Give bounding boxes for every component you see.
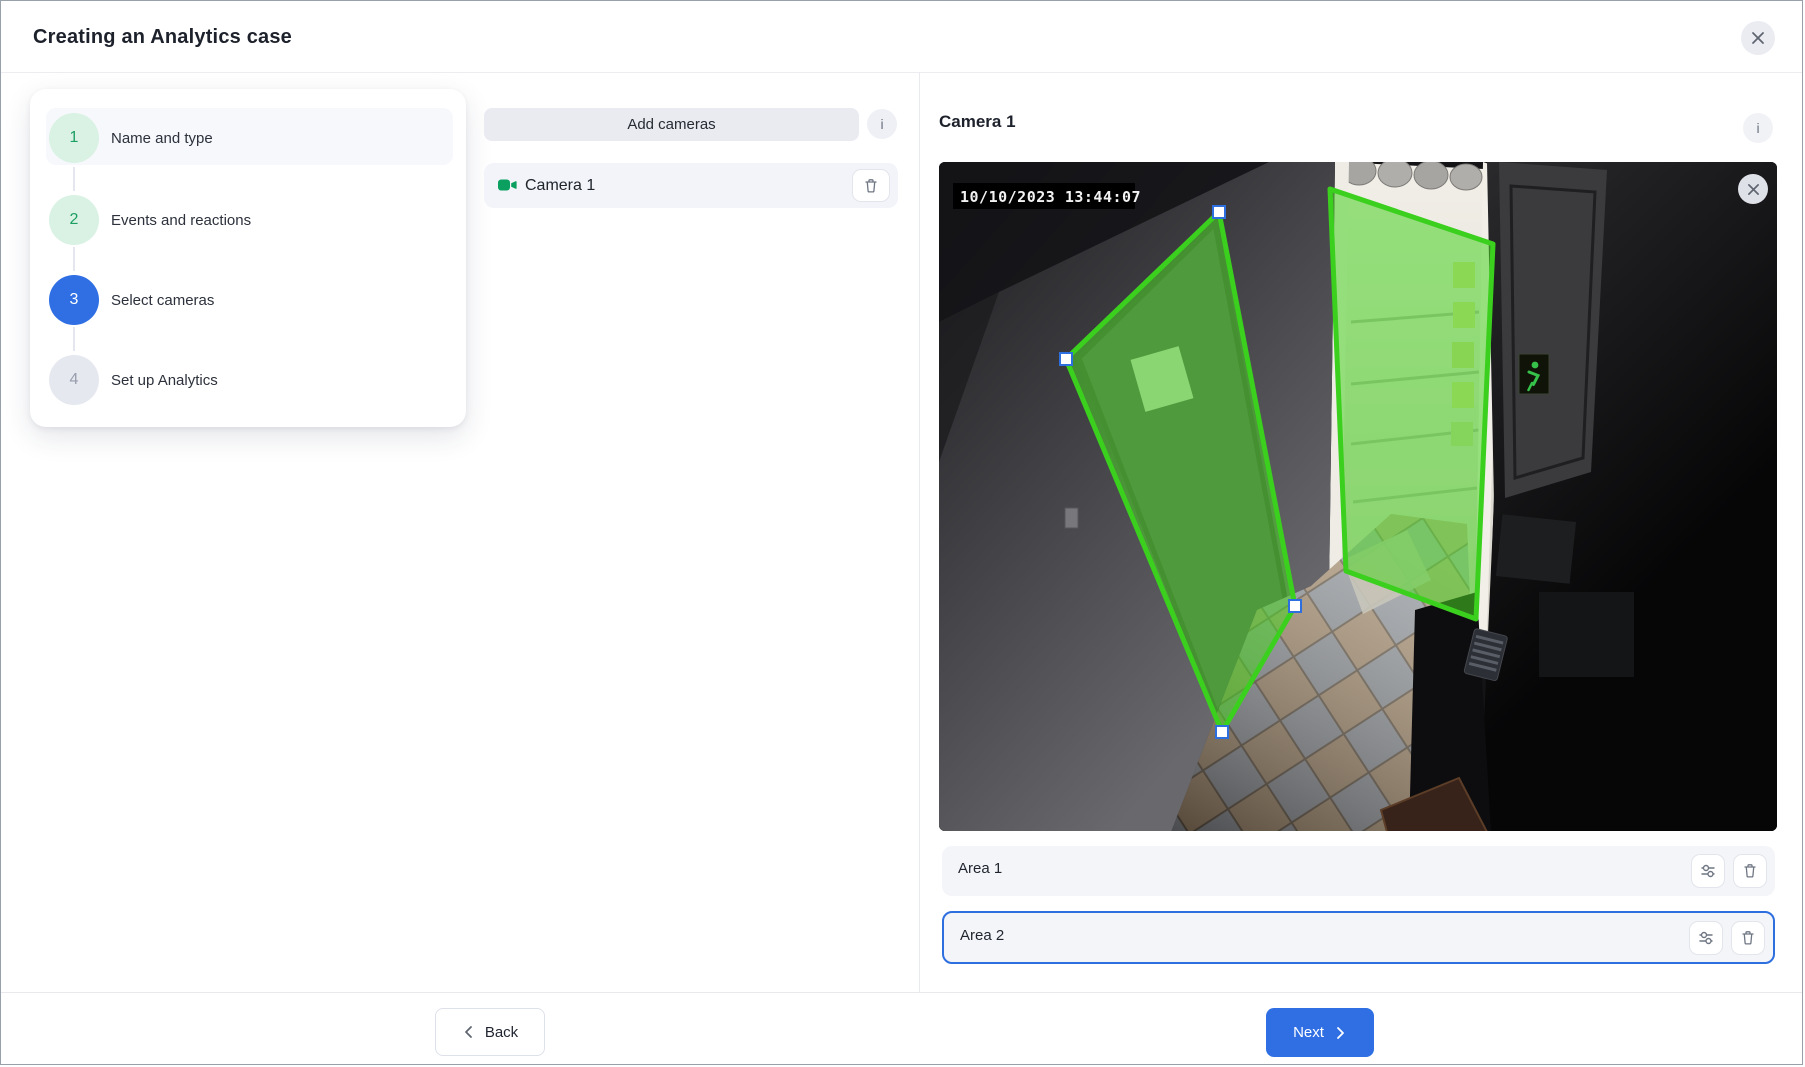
trash-icon — [862, 177, 880, 195]
step-number-badge: 2 — [49, 195, 99, 245]
preview-camera-title: Camera 1 — [939, 112, 1016, 132]
video-camera-icon — [498, 177, 517, 193]
back-button[interactable]: Back — [435, 1008, 545, 1056]
vertex-handle[interactable] — [1213, 206, 1225, 218]
svg-text:10/10/2023 13:44:07: 10/10/2023 13:44:07 — [960, 188, 1141, 206]
step-select-cameras[interactable]: 3 Select cameras — [30, 267, 466, 333]
step-number-badge: 1 — [49, 113, 99, 163]
stepper-card: 1 Name and type 2 Events and reactions 3… — [30, 89, 466, 427]
step-events-and-reactions[interactable]: 2 Events and reactions — [30, 187, 466, 253]
close-icon — [1747, 183, 1760, 196]
step-label: Select cameras — [111, 292, 214, 309]
footer-divider — [1, 992, 1802, 993]
vertex-handle[interactable] — [1216, 726, 1228, 738]
back-label: Back — [485, 1024, 518, 1041]
camera-name: Camera 1 — [525, 163, 595, 208]
vertex-handle[interactable] — [1060, 353, 1072, 365]
camera-list-item[interactable]: Camera 1 — [484, 163, 898, 208]
preview-info-button[interactable]: i — [1743, 113, 1773, 143]
trash-icon — [1739, 929, 1757, 947]
area-list-item-1[interactable]: Area 1 — [942, 846, 1775, 896]
camera-scene[interactable]: 10/10/2023 13:44:07 — [939, 162, 1777, 831]
video-timestamp: 10/10/2023 13:44:07 — [953, 183, 1141, 209]
camera-video-frame: 10/10/2023 13:44:07 — [939, 162, 1777, 831]
area-delete-button[interactable] — [1733, 854, 1767, 888]
info-icon: i — [880, 116, 883, 132]
area-name: Area 2 — [960, 913, 1004, 959]
info-icon: i — [1756, 120, 1759, 136]
area-settings-button[interactable] — [1689, 921, 1723, 955]
area-settings-button[interactable] — [1691, 854, 1725, 888]
area-name: Area 1 — [958, 846, 1002, 892]
analytics-case-dialog: Creating an Analytics case 1 Name and ty… — [0, 0, 1803, 1065]
chevron-right-icon — [1333, 1026, 1347, 1040]
step-label: Events and reactions — [111, 212, 251, 229]
dialog-close-button[interactable] — [1741, 21, 1775, 55]
delete-camera-button[interactable] — [852, 169, 890, 202]
dialog-title: Creating an Analytics case — [33, 1, 292, 73]
dialog-header: Creating an Analytics case — [1, 1, 1802, 73]
close-icon — [1751, 31, 1765, 45]
chevron-left-icon — [462, 1025, 476, 1039]
step-number-badge: 4 — [49, 355, 99, 405]
trash-icon — [1741, 862, 1759, 880]
tune-sliders-icon — [1697, 929, 1715, 947]
tune-sliders-icon — [1699, 862, 1717, 880]
step-label: Set up Analytics — [111, 372, 218, 389]
next-label: Next — [1293, 1024, 1324, 1041]
add-cameras-button[interactable]: Add cameras — [484, 108, 859, 141]
area-list-item-2[interactable]: Area 2 — [942, 911, 1775, 964]
area-polygon-Area 1[interactable] — [1330, 189, 1493, 619]
step-label: Name and type — [111, 130, 213, 147]
vertex-handle[interactable] — [1289, 600, 1301, 612]
step-name-and-type[interactable]: 1 Name and type — [30, 105, 466, 171]
video-close-button[interactable] — [1738, 174, 1768, 204]
panel-divider — [919, 73, 920, 992]
area-delete-button[interactable] — [1731, 921, 1765, 955]
next-button[interactable]: Next — [1266, 1008, 1374, 1057]
step-set-up-analytics[interactable]: 4 Set up Analytics — [30, 347, 466, 413]
cameras-info-button[interactable]: i — [867, 109, 897, 139]
step-number-badge: 3 — [49, 275, 99, 325]
